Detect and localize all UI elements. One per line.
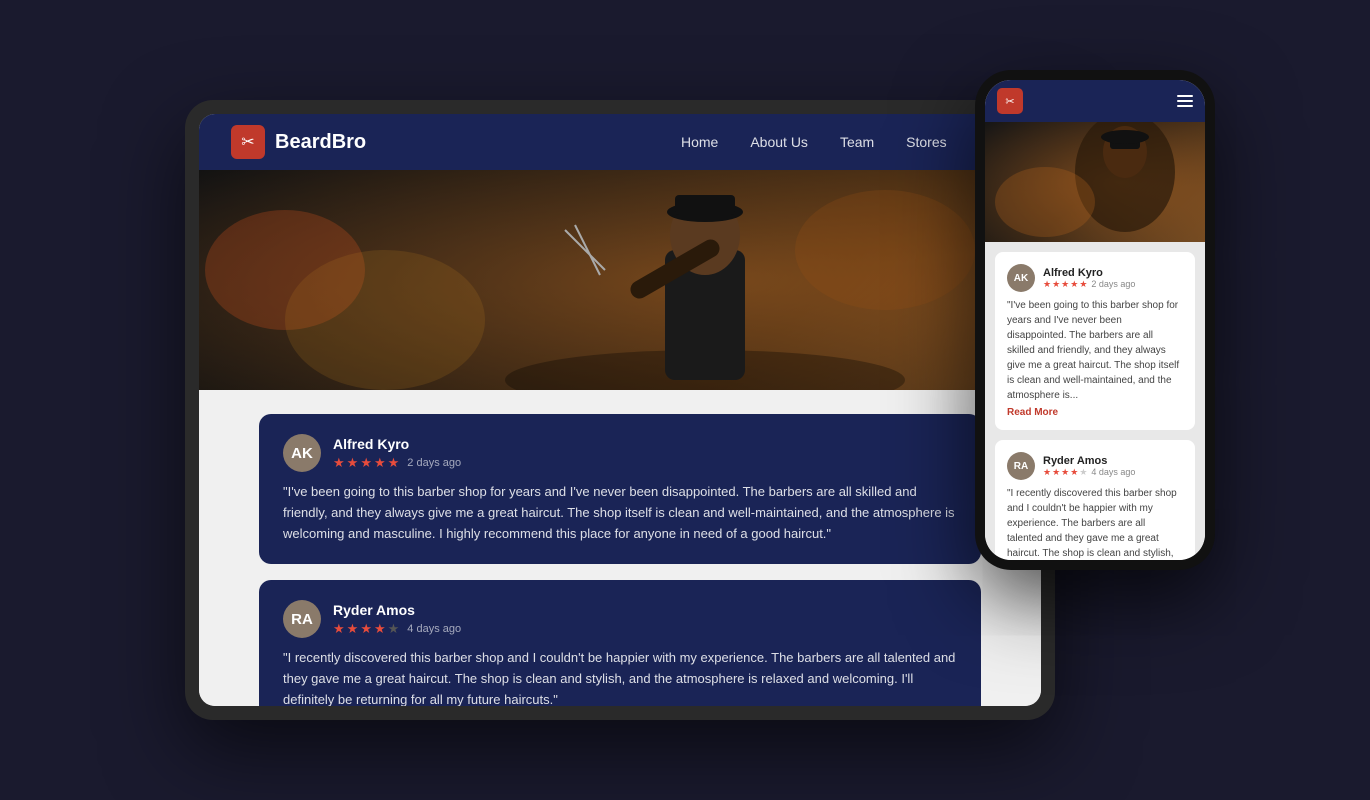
review-time-1: 2 days ago — [407, 457, 461, 469]
reviewer-name-1: Alfred Kyro — [333, 436, 957, 452]
stars-2: ★ ★ ★ ★ ★ — [333, 621, 399, 637]
phone-time-1: 2 days ago — [1091, 279, 1135, 289]
phone-reviews-section: AK Alfred Kyro ★ ★ ★ ★ ★ — [985, 242, 1205, 560]
review-card-2: RA Ryder Amos ★ ★ ★ ★ ★ — [259, 580, 981, 706]
nav-team[interactable]: Team — [840, 134, 874, 150]
phone-review-text-2: "I recently discovered this barber shop … — [1007, 486, 1183, 560]
nav-about[interactable]: About Us — [750, 134, 808, 150]
brand: ✂ BeardBro — [231, 125, 366, 159]
tablet-navbar: ✂ BeardBro Home About Us Team Stores Lab… — [199, 114, 1041, 170]
phone-reviewer-name-1: Alfred Kyro — [1043, 267, 1135, 279]
brand-name: BeardBro — [275, 131, 366, 154]
review-time-2: 4 days ago — [407, 623, 461, 635]
review-card-1: AK Alfred Kyro ★ ★ ★ ★ ★ — [259, 414, 981, 564]
avatar-alfred: AK — [283, 434, 321, 472]
nav-home[interactable]: Home — [681, 134, 718, 150]
stars-1: ★ ★ ★ ★ ★ — [333, 455, 399, 471]
review-text-1: "I've been going to this barber shop for… — [283, 482, 957, 544]
phone-reviewer-name-2: Ryder Amos — [1043, 455, 1135, 467]
reviewer-name-2: Ryder Amos — [333, 602, 957, 618]
phone-avatar-ryder: RA — [1007, 452, 1035, 480]
phone-review-card-2: RA Ryder Amos ★ ★ ★ ★ ★ — [995, 440, 1195, 560]
phone-stars-2: ★ ★ ★ ★ ★ — [1043, 467, 1087, 478]
phone-navbar: ✂ — [985, 80, 1205, 122]
hamburger-menu[interactable] — [1177, 95, 1193, 107]
nav-links: Home About Us Team Stores Labs — [681, 134, 1009, 150]
phone-review-card-1: AK Alfred Kyro ★ ★ ★ ★ ★ — [995, 252, 1195, 430]
read-more-link-1[interactable]: Read More — [1007, 407, 1183, 418]
phone-brand-logo: ✂ — [997, 88, 1023, 114]
tablet-device: ✂ BeardBro Home About Us Team Stores Lab… — [185, 100, 1055, 720]
tablet-hero — [199, 170, 1041, 390]
brand-logo-icon: ✂ — [231, 125, 265, 159]
review-text-2: "I recently discovered this barber shop … — [283, 648, 957, 706]
avatar-ryder: RA — [283, 600, 321, 638]
phone-stars-1: ★ ★ ★ ★ ★ — [1043, 279, 1087, 290]
phone-time-2: 4 days ago — [1091, 467, 1135, 477]
phone-device: ✂ — [975, 70, 1215, 570]
scene: ✂ BeardBro Home About Us Team Stores Lab… — [135, 40, 1235, 760]
phone-avatar-alfred: AK — [1007, 264, 1035, 292]
phone-review-text-1: "I've been going to this barber shop for… — [1007, 298, 1183, 403]
tablet-reviews-section: AK Alfred Kyro ★ ★ ★ ★ ★ — [199, 390, 1041, 706]
phone-hero — [985, 122, 1205, 242]
nav-stores[interactable]: Stores — [906, 134, 946, 150]
